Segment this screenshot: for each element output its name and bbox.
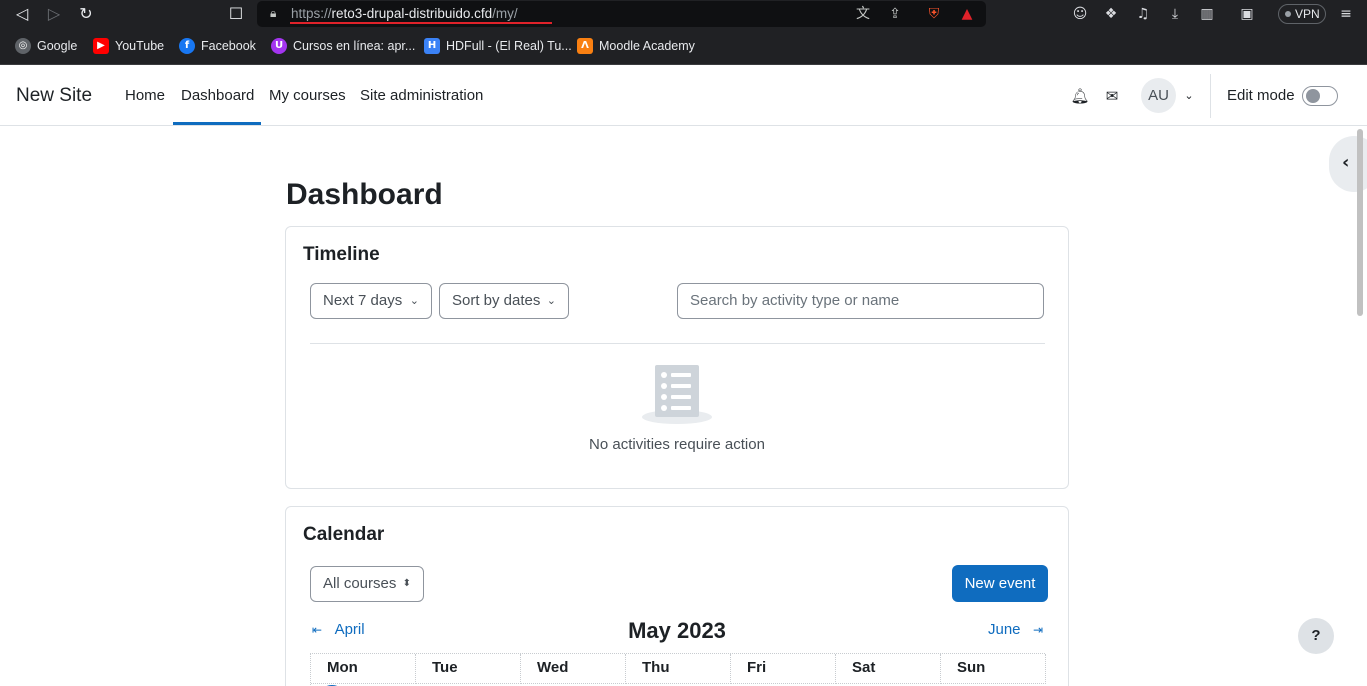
facebook-icon: f [179,38,195,54]
timeline-block: Timeline Next 7 days ⌄ Sort by dates ⌄ Sea… [285,226,1069,489]
timeline-title: Timeline [303,244,380,265]
forward-icon[interactable]: ▷ [44,4,64,24]
page-title: Dashboard [286,178,443,211]
page-scrollbar[interactable] [1357,129,1363,316]
no-activities-icon [642,365,712,424]
nav-site-administration[interactable]: Site administration [360,87,483,104]
timeline-empty-message: No activities require action [589,436,765,453]
edit-mode-label: Edit mode [1227,87,1295,104]
notifications-bell-icon[interactable]: 🔔︎ [1069,85,1091,107]
calendar-block: Calendar All courses ⬍ New event ⇤ April … [285,506,1069,686]
share-icon[interactable]: ⇪ [885,4,905,24]
sort-arrows-icon: ⬍ [402,578,411,589]
bookmark-icon[interactable]: ☐ [226,4,246,24]
brave-rewards-icon[interactable]: ▲ [957,4,977,24]
browser-toolbar: ◁ ▷ ↻ ☐ 🔒︎ https://reto3-drupal-distribu… [0,0,1367,28]
lock-icon: 🔒︎ [270,6,277,20]
site-navbar: New Site Home Dashboard My courses Site … [0,65,1367,126]
bookmarks-bar: ◎ Google ▶ YouTube f Facebook U Cursos e… [0,28,1367,65]
weekday-header: Tue [416,654,521,684]
chevron-down-icon: ⌄ [546,294,556,307]
puzzle-icon[interactable]: ❖ [1101,4,1121,24]
user-menu-chevron-down-icon[interactable]: ⌄ [1178,85,1200,107]
user-avatar[interactable]: AU [1141,78,1176,113]
timeline-divider [310,343,1045,344]
calendar-title: Calendar [303,524,385,545]
media-queue-icon[interactable]: ♫ [1133,4,1153,24]
wallet-icon[interactable]: ▣ [1237,4,1257,24]
calendar-course-select[interactable]: All courses ⬍ [310,566,424,602]
weekday-header: Thu [626,654,731,684]
next-month-link[interactable]: June ⇥ [988,621,1043,638]
vpn-button[interactable]: VPN [1278,4,1326,24]
nav-dashboard[interactable]: Dashboard [181,87,254,104]
udemy-icon: U [271,38,287,54]
weekday-header: Fri [731,654,836,684]
globe-icon: ◎ [15,38,31,54]
reload-icon[interactable]: ↻ [76,4,96,24]
messages-chat-icon[interactable]: ✉ [1101,85,1123,107]
chevron-left-icon: ‹ [1342,152,1350,173]
translate-icon[interactable]: 文 [853,4,873,24]
download-icon[interactable]: ⤓ [1165,4,1185,24]
timeline-search-input[interactable]: Search by activity type or name [677,283,1044,319]
hdfull-icon: H [424,38,440,54]
site-brand[interactable]: New Site [16,85,92,107]
help-button[interactable]: ? [1298,618,1334,654]
menu-icon[interactable]: ≡ [1336,4,1356,24]
arrow-right-icon: ⇥ [1033,623,1044,637]
youtube-icon: ▶ [93,38,109,54]
navbar-divider [1210,74,1211,118]
active-nav-indicator [173,122,261,125]
weekday-header: Sat [836,654,941,684]
moodle-icon: Λ [577,38,593,54]
current-month-title: May 2023 [628,618,726,643]
timeline-sort-select[interactable]: Sort by dates ⌄ [439,283,569,319]
calendar-grid: Mon Tue Wed Thu Fri Sat Sun [310,653,1046,686]
address-bar[interactable]: 🔒︎ https://reto3-drupal-distribuido.cfd/… [257,1,986,27]
extension-avatar-icon[interactable]: ☺ [1070,4,1090,24]
weekday-header: Mon [311,654,416,684]
url-underline [290,22,552,24]
url-text: https://reto3-drupal-distribuido.cfd/my/ [291,6,518,21]
new-event-button[interactable]: New event [952,565,1048,602]
edit-mode-toggle[interactable] [1302,86,1338,106]
brave-shield-icon[interactable]: ⛨ [924,4,944,24]
timeline-day-filter[interactable]: Next 7 days ⌄ [310,283,432,319]
weekday-header: Sun [941,654,1046,684]
back-icon[interactable]: ◁ [12,4,32,24]
weekday-header: Wed [521,654,626,684]
nav-my-courses[interactable]: My courses [269,87,346,104]
chevron-down-icon: ⌄ [409,294,419,307]
nav-home[interactable]: Home [125,87,165,104]
sidebar-icon[interactable]: ▥ [1197,4,1217,24]
